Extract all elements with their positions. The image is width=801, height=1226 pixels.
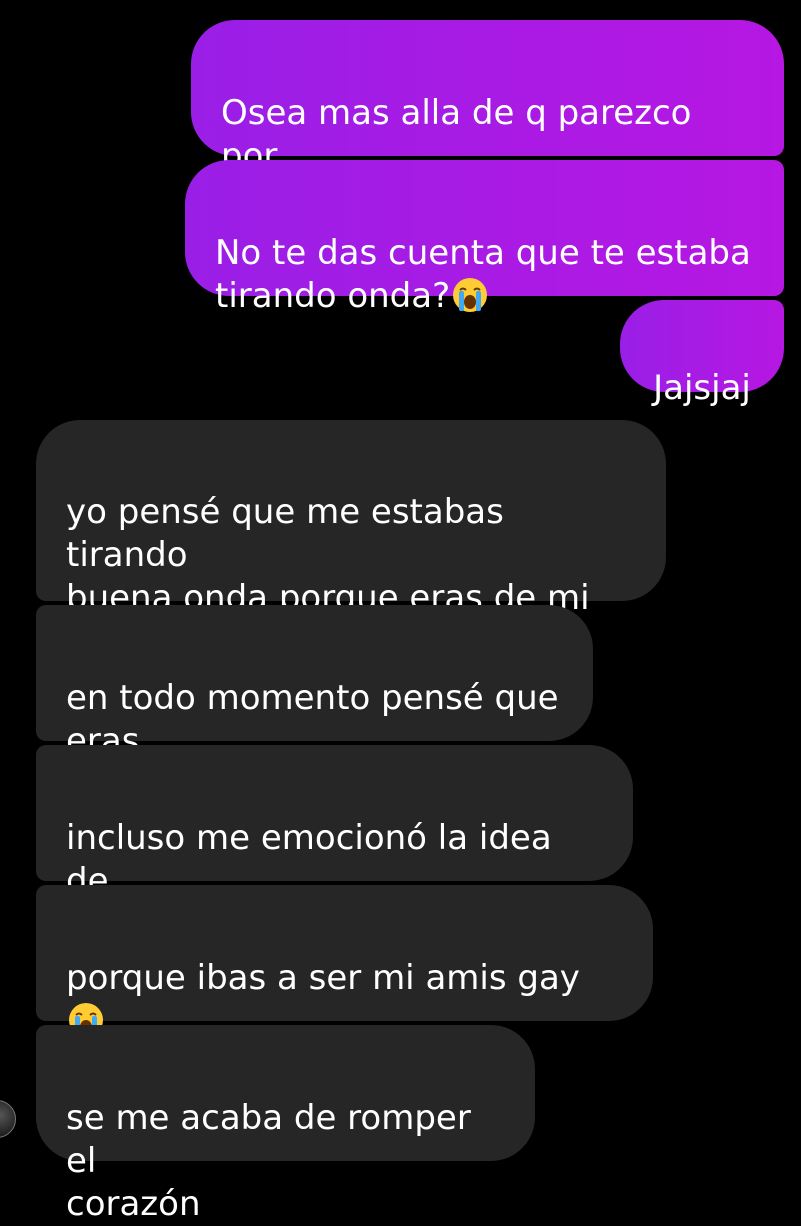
sent-message-bubble[interactable]: Osea mas alla de q parezco por mis gusto…: [191, 20, 784, 219]
message-text: se me acaba de romper el corazón: [66, 1098, 471, 1224]
message-text: porque ibas a ser mi amis gay: [66, 958, 580, 998]
sent-message-bubble[interactable]: Jajsjaj: [620, 300, 784, 408]
received-message-bubble[interactable]: se me acaba de romper el corazón: [36, 1025, 535, 1224]
received-message-bubble[interactable]: yo pensé que me estabas tirando buena on…: [36, 420, 666, 661]
received-message-bubble[interactable]: porque ibas a ser mi amis gay: [36, 885, 653, 1080]
sent-message-bubble[interactable]: No te das cuenta que te estaba tirando o…: [185, 160, 784, 316]
contact-avatar[interactable]: [0, 1100, 16, 1138]
message-text: Jajsjaj: [653, 368, 751, 408]
received-message-bubble[interactable]: incluso me emocionó la idea de que lo fu…: [36, 745, 633, 944]
received-message-bubble[interactable]: en todo momento pensé que eras: [36, 605, 593, 761]
loudly-crying-face-emoji: [452, 277, 488, 313]
